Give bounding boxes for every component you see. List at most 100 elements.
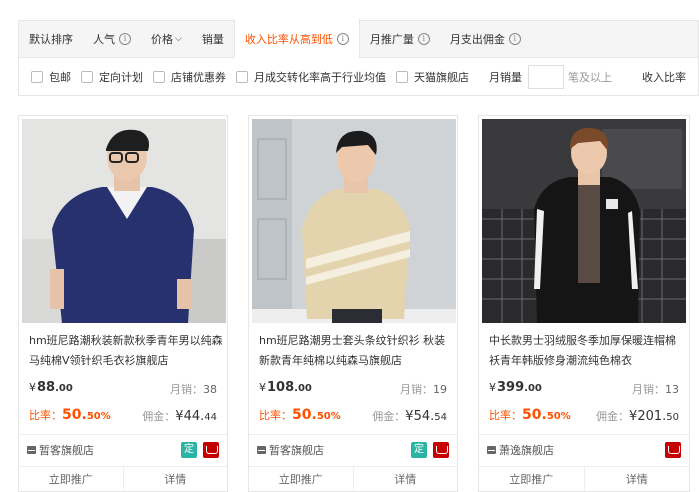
ding-badge-icon: 定 [411, 442, 427, 458]
price-integer: 399 [497, 380, 525, 395]
monthly-sales-value: 13 [665, 383, 679, 396]
info-icon[interactable]: i [508, 33, 521, 45]
ratio-decimal: 50% [316, 411, 341, 422]
filter-shop-coupon[interactable]: 店铺优惠券 [153, 69, 226, 85]
checkbox[interactable] [153, 70, 165, 83]
commission-amount: 佣金：¥201.50 [596, 408, 679, 424]
product-card[interactable]: hm班尼路潮秋装新款秋季青年男以纯森马纯棉V领针织毛衣衫旗舰店 ¥88.00 月… [18, 115, 228, 492]
currency-symbol: ¥ [29, 381, 36, 394]
filter-directed-plan-label: 定向计划 [99, 70, 143, 84]
shop-link[interactable]: 暂客旗舰店 [27, 442, 94, 458]
product-image[interactable] [252, 119, 456, 323]
sort-monthly-commission[interactable]: 月支出佣金 i [440, 20, 531, 58]
ding-badge-icon: 定 [181, 442, 197, 458]
promote-button[interactable]: 立即推广 [479, 467, 584, 491]
sort-income-ratio[interactable]: 收入比率从高到低 i [233, 18, 360, 59]
ratio-decimal: 50% [86, 411, 111, 422]
monthly-sales-value: 19 [433, 383, 447, 396]
filter-directed-plan[interactable]: 定向计划 [81, 69, 143, 85]
commission-label: 佣金： [372, 410, 406, 423]
sort-monthly-commission-label: 月支出佣金 [449, 33, 505, 46]
price-decimal: .00 [294, 383, 312, 394]
card-actions: 立即推广 详情 [479, 466, 690, 491]
ratio-label: 比率： [29, 409, 62, 422]
tmall-icon [665, 442, 681, 458]
filter-bar: 包邮 定向计划 店铺优惠券 月成交转化率高于行业均值 天猫旗舰店 月销量 笔及以… [18, 58, 699, 96]
price-decimal: .00 [55, 383, 73, 394]
checkbox[interactable] [236, 70, 248, 83]
info-icon[interactable]: i [417, 33, 430, 45]
checkbox[interactable] [396, 70, 408, 83]
shop-link[interactable]: 萧逸旗舰店 [487, 442, 554, 458]
commission-label: 佣金： [142, 410, 176, 423]
sort-income-ratio-label: 收入比率从高到低 [244, 32, 333, 46]
sort-default-label: 默认排序 [29, 33, 73, 46]
monthly-sales-label: 月销量 [489, 70, 522, 84]
monthly-sales-label: 月销： [400, 383, 433, 396]
ratio-integer: 50. [522, 407, 547, 423]
commission-decimal: 50 [666, 412, 679, 423]
price-decimal: .00 [524, 383, 542, 394]
promote-button[interactable]: 立即推广 [19, 467, 123, 491]
sort-price[interactable]: 价格 ⌵ [141, 20, 192, 58]
product-title[interactable]: hm班尼路潮男士套头条纹针织衫 秋装新款青年纯棉以纯森马旗舰店 [259, 331, 453, 371]
sort-popularity[interactable]: 人气 i [83, 20, 141, 58]
checkbox[interactable] [31, 70, 43, 83]
commission-decimal: 54 [434, 412, 447, 423]
filter-tmall[interactable]: 天猫旗舰店 [396, 69, 469, 85]
monthly-sales-label: 月销： [170, 383, 203, 396]
product-card[interactable]: 中长款男士羽绒服冬季加厚保暖连帽棉袄青年韩版修身潮流纯色棉衣 ¥399.00 月… [478, 115, 690, 492]
sort-sales[interactable]: 销量 [192, 20, 234, 58]
sort-monthly-promo[interactable]: 月推广量 i [360, 20, 440, 58]
filter-tmall-label: 天猫旗舰店 [414, 70, 469, 84]
detail-button[interactable]: 详情 [122, 467, 228, 491]
filter-baoyou[interactable]: 包邮 [31, 69, 71, 85]
info-icon[interactable]: i [119, 33, 131, 45]
product-card[interactable]: hm班尼路潮男士套头条纹针织衫 秋装新款青年纯棉以纯森马旗舰店 ¥108.00 … [248, 115, 458, 492]
commission-integer: 44. [183, 409, 205, 424]
product-image[interactable] [482, 119, 686, 323]
sort-default[interactable]: 默认排序 [19, 20, 83, 58]
product-title[interactable]: hm班尼路潮秋装新款秋季青年男以纯森马纯棉V领针织毛衣衫旗舰店 [29, 331, 223, 371]
filter-conversion-label: 月成交转化率高于行业均值 [254, 70, 386, 84]
tmall-icon [203, 442, 219, 458]
shop-name: 暂客旗舰店 [269, 444, 324, 457]
currency-symbol: ¥ [259, 381, 266, 394]
filter-shop-coupon-label: 店铺优惠券 [171, 70, 226, 84]
commission-ratio: 比率：50.50% [259, 407, 341, 423]
chevron-down-icon: ⌵ [175, 34, 182, 44]
commission-ratio: 比率：50.50% [29, 407, 111, 423]
detail-button[interactable]: 详情 [352, 467, 458, 491]
product-price: ¥399.00 [489, 380, 542, 395]
shop-link[interactable]: 暂客旗舰店 [257, 442, 324, 458]
detail-button[interactable]: 详情 [583, 467, 690, 491]
checkbox[interactable] [81, 70, 93, 83]
shop-icon [257, 446, 266, 454]
sort-bar: 默认排序 人气 i 价格 ⌵ 销量 收入比率从高到低 i 月推广量 i 月支出佣金 i [18, 18, 699, 59]
divider [479, 434, 689, 435]
income-ratio-filter-label: 收入比率 [642, 70, 686, 84]
monthly-sales: 月销：13 [632, 381, 679, 397]
currency-symbol: ¥ [405, 409, 414, 424]
promote-button[interactable]: 立即推广 [249, 467, 353, 491]
product-price: ¥108.00 [259, 380, 312, 395]
currency-symbol: ¥ [489, 381, 496, 394]
commission-integer: 201. [637, 409, 667, 424]
info-icon[interactable]: i [336, 32, 349, 45]
commission-decimal: 44 [204, 412, 217, 423]
monthly-sales-label: 月销： [632, 383, 665, 396]
product-image[interactable] [22, 119, 226, 323]
product-price: ¥88.00 [29, 380, 73, 395]
badges: 定 [181, 442, 219, 458]
commission-integer: 54. [413, 409, 435, 424]
monthly-sales-value: 38 [203, 383, 217, 396]
commission-amount: 佣金：¥54.54 [372, 408, 447, 424]
sort-monthly-promo-label: 月推广量 [369, 33, 414, 46]
commission-ratio: 比率：50.50% [489, 407, 571, 423]
monthly-sales-input[interactable] [528, 64, 564, 89]
filter-conversion[interactable]: 月成交转化率高于行业均值 [236, 69, 386, 85]
product-title[interactable]: 中长款男士羽绒服冬季加厚保暖连帽棉袄青年韩版修身潮流纯色棉衣 [489, 331, 683, 371]
monthly-sales: 月销：38 [170, 381, 217, 397]
ratio-integer: 50. [292, 407, 317, 423]
monthly-sales: 月销：19 [400, 381, 447, 397]
